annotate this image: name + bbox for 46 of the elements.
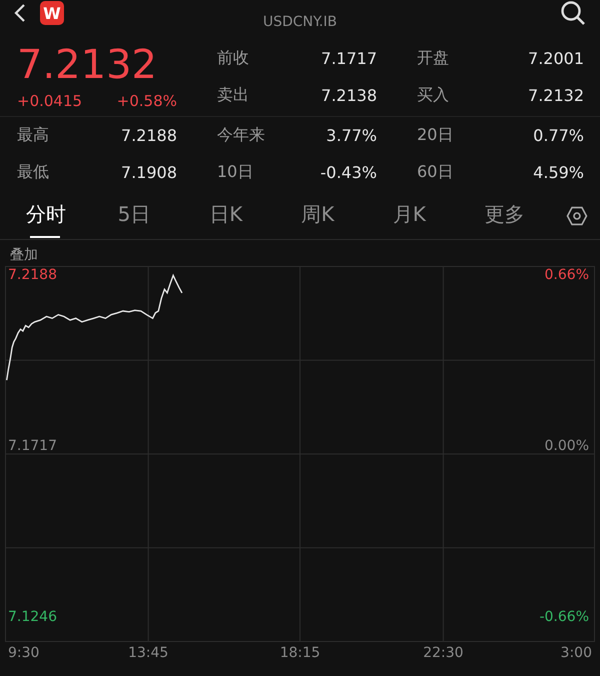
price-axis-label: 7.1717: [8, 438, 57, 454]
stat-label: 今年来: [217, 125, 265, 146]
price-change: +0.0415: [17, 92, 82, 110]
stat-value: 7.2138: [321, 86, 377, 105]
time-axis-label: 22:30: [423, 645, 464, 661]
stat-value: 7.1717: [321, 49, 377, 68]
stat-value: 3.77%: [326, 126, 377, 145]
stat-value: -0.43%: [320, 163, 377, 182]
time-axis-label: 9:30: [8, 645, 40, 661]
period-tab[interactable]: 日K: [199, 194, 292, 238]
stat-label: 10日: [217, 162, 254, 183]
stat-label: 最高: [17, 125, 49, 146]
period-tab[interactable]: 更多: [474, 194, 566, 238]
stat-label: 买入: [417, 85, 449, 106]
percent-axis-label: 0.00%: [544, 438, 589, 454]
back-icon[interactable]: [14, 3, 26, 23]
stat-label: 前收: [217, 48, 249, 69]
settings-icon[interactable]: [566, 205, 588, 227]
current-price: 7.2132: [17, 41, 158, 90]
stat-value: 7.1908: [121, 163, 177, 182]
stat-value: 0.77%: [533, 126, 584, 145]
stat-value: 7.2001: [528, 49, 584, 68]
stat-label: 开盘: [417, 48, 449, 69]
percent-axis-label: -0.66%: [539, 609, 589, 625]
period-tab[interactable]: 周K: [291, 194, 383, 238]
period-tab[interactable]: 月K: [382, 194, 474, 238]
percent-axis-label: 0.66%: [544, 267, 589, 283]
price-axis-label: 7.2188: [8, 266, 57, 283]
symbol-code: USDCNY.IB: [262, 14, 338, 30]
stat-label: 20日: [417, 125, 454, 146]
stat-label: 最低: [17, 162, 49, 183]
stat-value: 7.2132: [528, 86, 584, 105]
percent-change: +0.58%: [116, 92, 177, 110]
price-axis-label: 7.1246: [8, 609, 57, 626]
period-tab[interactable]: 分时: [16, 194, 108, 238]
time-axis-label: 18:15: [280, 645, 320, 661]
period-tab[interactable]: 5日: [108, 194, 200, 238]
stat-value: 7.2188: [121, 126, 177, 145]
stat-value: 4.59%: [533, 163, 584, 182]
time-axis-label: 3:00: [560, 645, 592, 661]
stat-label: 卖出: [217, 85, 249, 106]
search-icon[interactable]: [560, 0, 586, 26]
app-logo: W: [40, 1, 64, 25]
stat-label: 60日: [417, 162, 454, 183]
time-axis-label: 13:45: [128, 645, 168, 661]
overlay-label[interactable]: 叠加: [0, 240, 600, 266]
